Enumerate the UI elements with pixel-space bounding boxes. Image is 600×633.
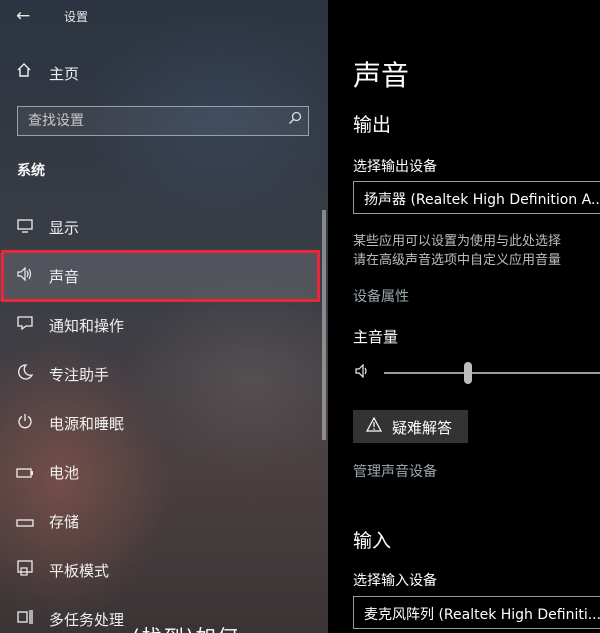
power-icon <box>14 413 36 435</box>
sidebar-item-notifications[interactable]: 通知和操作 <box>0 302 320 350</box>
output-heading: 输出 <box>353 114 392 136</box>
sidebar-item-label: 通知和操作 <box>49 317 125 335</box>
search-input[interactable] <box>18 107 278 135</box>
manage-sound-devices-link[interactable]: 管理声音设备 <box>353 461 437 481</box>
master-volume-slider-track[interactable] <box>384 372 600 374</box>
page-title: 声音 <box>353 59 410 92</box>
home-icon <box>16 62 32 82</box>
tablet-icon <box>14 560 36 582</box>
main-content: 声音 输出 选择输出设备 扬声器 (Realtek High Definitio… <box>328 0 600 633</box>
sidebar-item-label: 专注助手 <box>49 366 110 384</box>
output-device-dropdown[interactable]: 扬声器 (Realtek High Definition A... <box>353 181 600 214</box>
monitor-icon <box>14 217 36 239</box>
sidebar-item-display[interactable]: 显示 <box>0 204 320 252</box>
description-line: 请在高级声音选项中自定义应用音量 <box>353 253 562 268</box>
sidebar-item-home[interactable]: 主页 <box>0 58 320 90</box>
sidebar-item-power-sleep[interactable]: 电源和睡眠 <box>0 400 320 448</box>
sidebar-item-label: 显示 <box>49 219 80 237</box>
sidebar-item-label: 电源和睡眠 <box>49 415 125 433</box>
sidebar-item-label: 多任务处理 <box>49 611 125 629</box>
title-bar: ← 设置 <box>0 0 328 34</box>
output-device-value: 扬声器 (Realtek High Definition A... <box>364 192 600 208</box>
storage-icon <box>14 511 36 533</box>
battery-icon <box>14 462 36 484</box>
output-device-label: 选择输出设备 <box>353 159 437 175</box>
sidebar-item-label: 声音 <box>49 268 80 286</box>
volume-speaker-icon[interactable] <box>355 363 371 382</box>
sidebar-item-label: 电池 <box>49 464 80 482</box>
sidebar-item-battery[interactable]: 电池 <box>0 449 320 497</box>
sidebar-item-tablet-mode[interactable]: 平板模式 <box>0 547 320 595</box>
search-icon[interactable] <box>288 111 302 129</box>
input-device-label: 选择输入设备 <box>353 573 437 589</box>
input-device-dropdown[interactable]: 麦克风阵列 (Realtek High Definiti... <box>353 596 600 629</box>
search-box <box>17 106 309 136</box>
master-volume-label: 主音量 <box>353 328 399 346</box>
sidebar-scrollbar[interactable] <box>322 210 326 440</box>
device-properties-link[interactable]: 设备属性 <box>353 286 409 306</box>
notification-icon <box>14 315 36 337</box>
moon-icon <box>14 364 36 386</box>
sidebar-item-label: 主页 <box>49 65 80 83</box>
back-arrow-icon[interactable]: ← <box>16 6 30 26</box>
description-line: 某些应用可以设置为使用与此处选择 <box>353 234 562 249</box>
troubleshoot-button[interactable]: 疑难解答 <box>353 410 468 443</box>
sidebar-item-sound[interactable]: 声音 <box>0 253 320 301</box>
overlay-caption: (找到)如何 <box>132 621 240 633</box>
section-title: 系统 <box>17 163 45 179</box>
app-title: 设置 <box>64 10 89 24</box>
sidebar: ← 设置 主页 系统 显示 声音 通知和操作 <box>0 0 328 633</box>
troubleshoot-label: 疑难解答 <box>392 419 453 437</box>
master-volume-slider-thumb[interactable] <box>463 362 472 384</box>
multitask-icon <box>14 609 36 631</box>
output-description: 某些应用可以设置为使用与此处选择 请在高级声音选项中自定义应用音量 <box>353 232 600 270</box>
sidebar-item-label: 存储 <box>49 513 80 531</box>
warning-icon <box>365 416 383 436</box>
input-heading: 输入 <box>353 530 392 552</box>
sidebar-item-label: 平板模式 <box>49 562 110 580</box>
input-device-value: 麦克风阵列 (Realtek High Definiti... <box>364 607 600 623</box>
sidebar-item-storage[interactable]: 存储 <box>0 498 320 546</box>
sidebar-item-focus-assist[interactable]: 专注助手 <box>0 351 320 399</box>
speaker-icon <box>14 266 36 288</box>
